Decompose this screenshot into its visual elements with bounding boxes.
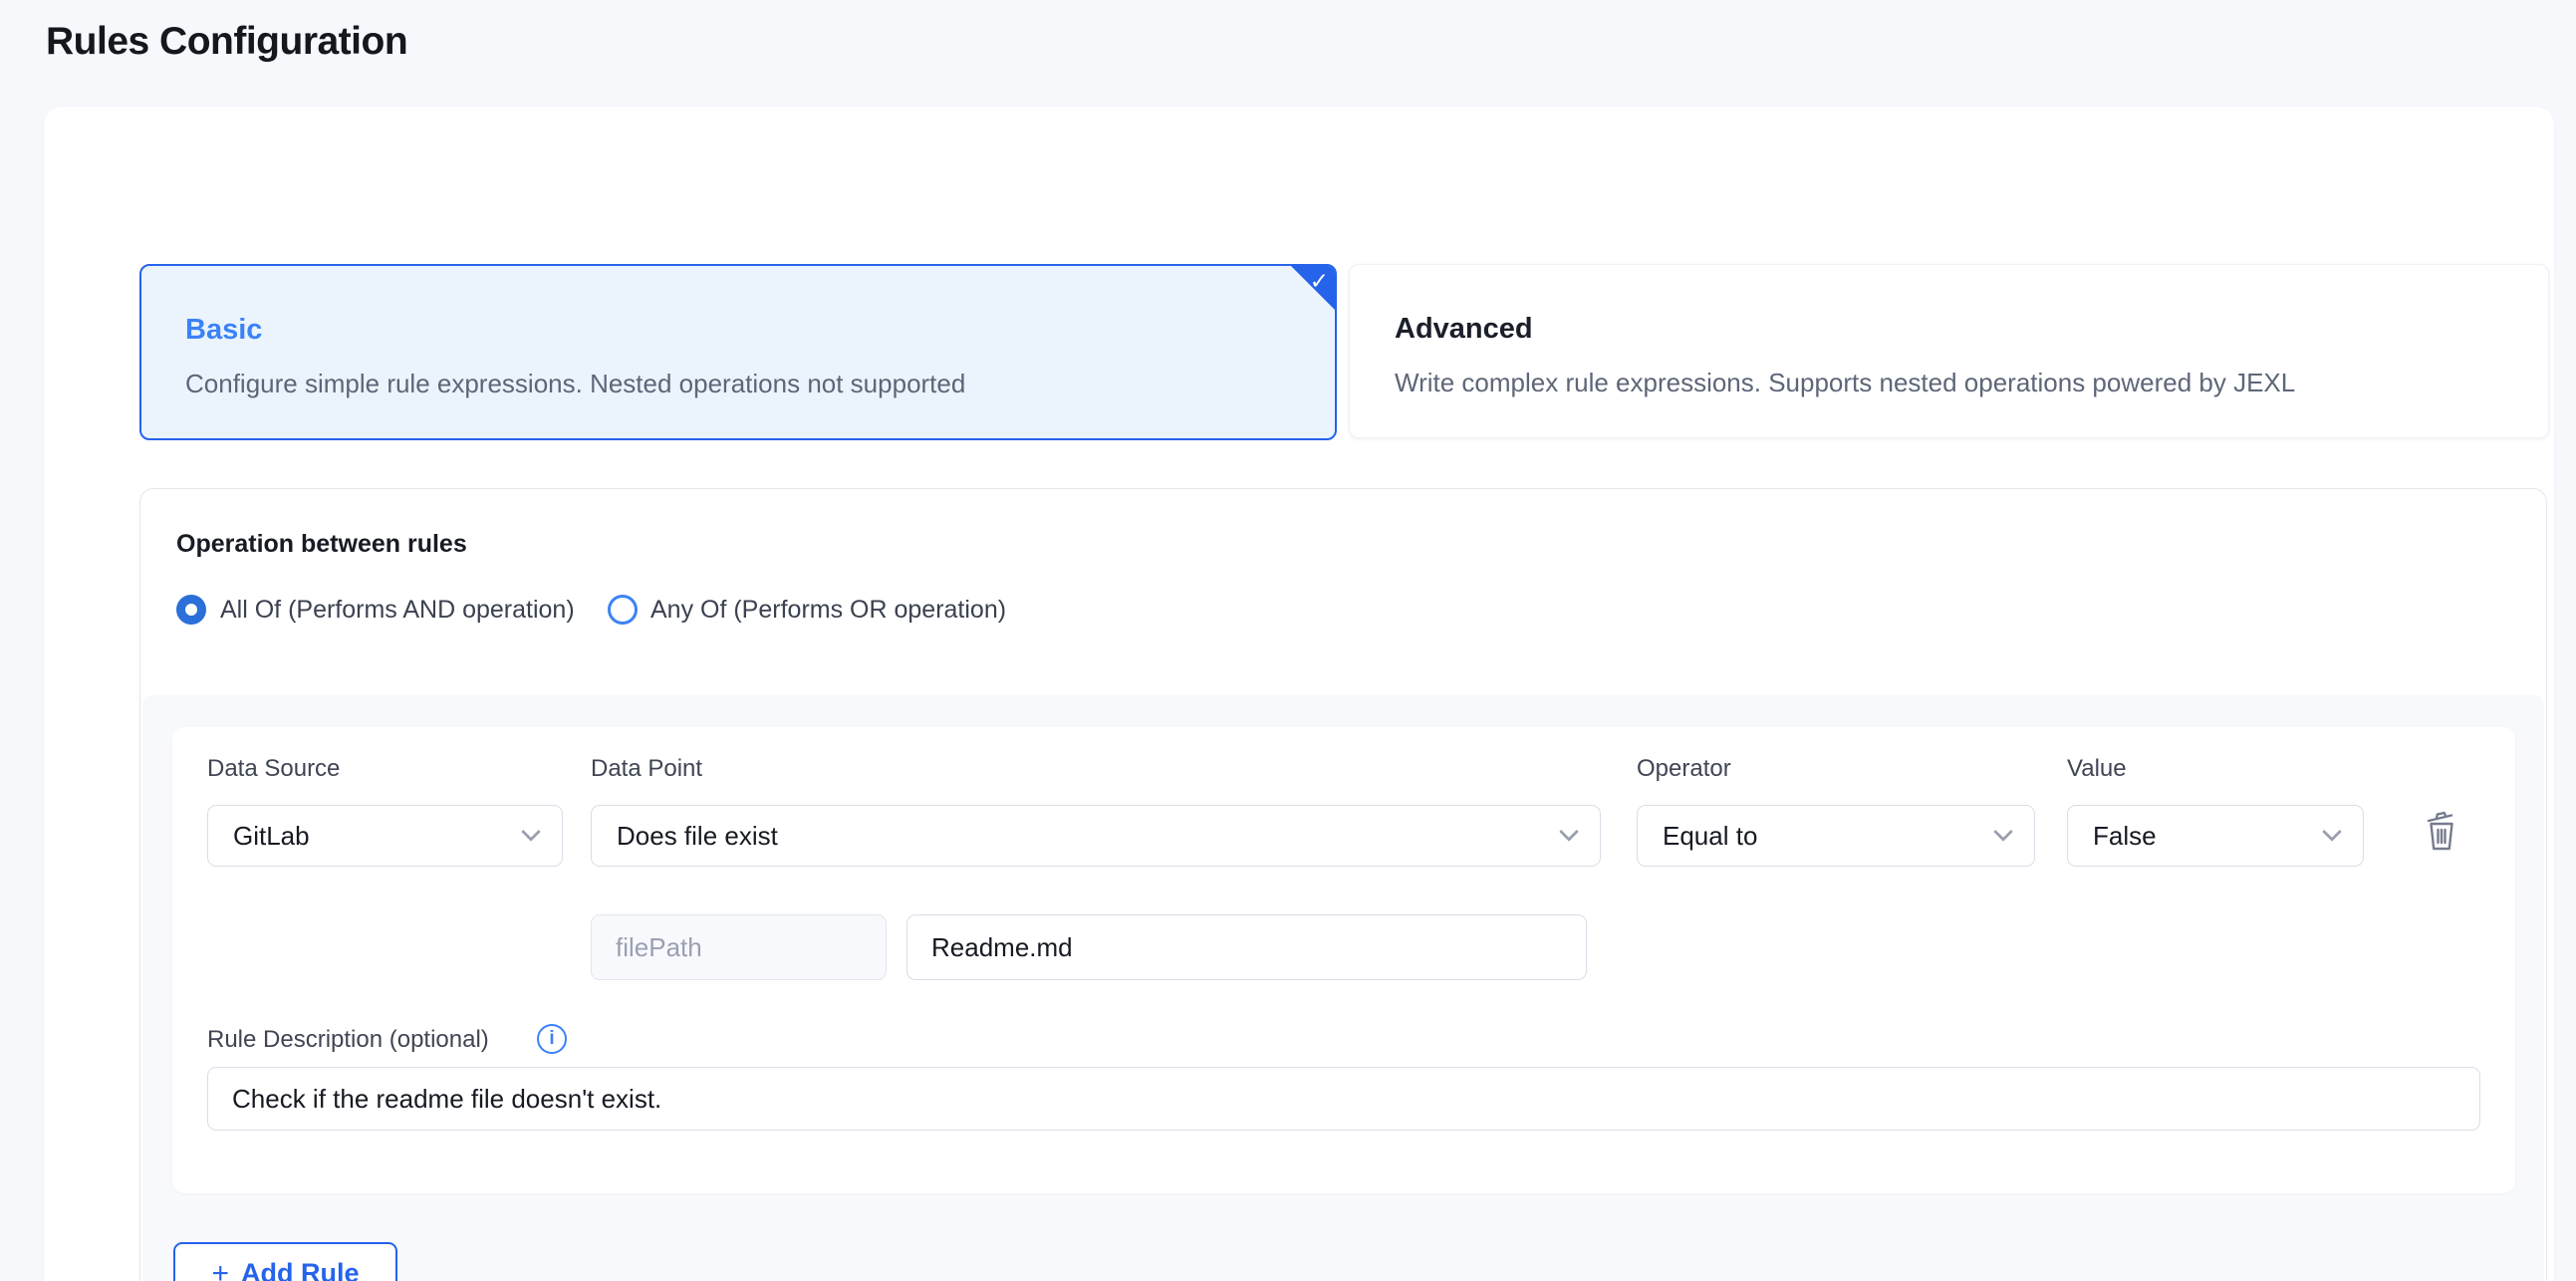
data-source-label: Data Source — [207, 755, 340, 783]
basic-card-description: Configure simple rule expressions. Neste… — [185, 368, 965, 399]
operator-selected-value: Equal to — [1663, 821, 1757, 852]
add-rule-button[interactable]: + Add Rule — [173, 1242, 397, 1281]
mode-card-advanced[interactable]: Advanced Write complex rule expressions.… — [1349, 264, 2549, 438]
operator-select[interactable]: Equal to — [1637, 805, 2035, 867]
chevron-down-icon — [2322, 822, 2342, 842]
info-icon[interactable]: i — [537, 1024, 567, 1054]
radio-all-of-label[interactable]: All Of (Performs AND operation) — [220, 595, 575, 625]
radio-all-of[interactable] — [176, 595, 206, 625]
trash-icon — [2424, 809, 2459, 853]
radio-any-of-label[interactable]: Any Of (Performs OR operation) — [650, 595, 1006, 625]
data-point-label: Data Point — [591, 755, 702, 783]
value-selected-value: False — [2093, 821, 2157, 852]
advanced-card-description: Write complex rule expressions. Supports… — [1395, 367, 2295, 398]
operator-label: Operator — [1637, 755, 1731, 783]
page-title: Rules Configuration — [46, 20, 407, 64]
rules-configuration-panel: ✓ Basic Configure simple rule expression… — [44, 107, 2554, 1281]
basic-card-title: Basic — [185, 314, 262, 346]
rule-description-label: Rule Description (optional) — [207, 1026, 489, 1054]
check-icon: ✓ — [1310, 268, 1329, 295]
chevron-down-icon — [1559, 822, 1579, 842]
value-label: Value — [2067, 755, 2127, 783]
param-name-field — [591, 914, 887, 980]
rule-description-input[interactable] — [207, 1067, 2480, 1131]
chevron-down-icon — [521, 822, 541, 842]
value-select[interactable]: False — [2067, 805, 2364, 867]
rules-section: Operation between rules All Of (Performs… — [139, 488, 2547, 1281]
plus-icon: + — [211, 1259, 229, 1281]
rule-row: Data Source Data Point Operator Value Gi… — [172, 727, 2515, 1193]
delete-rule-button[interactable] — [2416, 801, 2467, 861]
operation-between-rules-label: Operation between rules — [176, 530, 467, 559]
param-value-input[interactable] — [906, 914, 1587, 980]
data-source-selected-value: GitLab — [233, 821, 310, 852]
data-source-select[interactable]: GitLab — [207, 805, 563, 867]
radio-any-of[interactable] — [608, 595, 638, 625]
mode-card-basic[interactable]: ✓ Basic Configure simple rule expression… — [139, 264, 1337, 440]
advanced-card-title: Advanced — [1395, 313, 1533, 345]
data-point-selected-value: Does file exist — [617, 821, 778, 852]
add-rule-button-label: Add Rule — [241, 1258, 360, 1281]
data-point-select[interactable]: Does file exist — [591, 805, 1601, 867]
chevron-down-icon — [1993, 822, 2013, 842]
